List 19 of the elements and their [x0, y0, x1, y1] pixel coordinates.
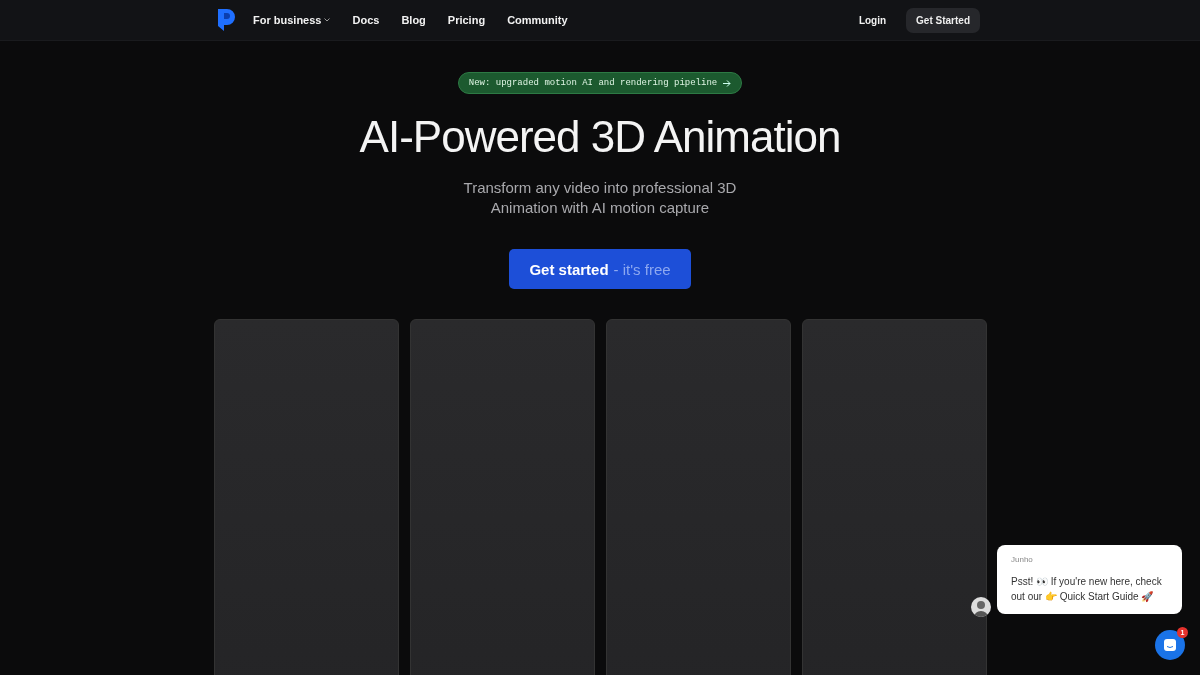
avatar	[971, 597, 991, 617]
chat-message: Psst! 👀 If you're new here, check out our 👉 Quick Start Guide 🚀	[1011, 575, 1163, 604]
nav-link[interactable]: Blog	[401, 14, 426, 26]
sender-name: Junho	[1011, 555, 1034, 564]
nav-link[interactable]: Community	[507, 14, 568, 26]
logo-icon[interactable]	[218, 9, 235, 31]
nav-link[interactable]: Pricing	[447, 14, 486, 26]
hero-subtitle: Transform any video into professional 3D Animation with AI motion capture	[462, 178, 738, 218]
chat-popup[interactable]: Junho Psst! 👀 If you're new here, check out our 👉 Quick Start Guide 🚀	[997, 545, 1182, 614]
arrow-right-icon	[723, 79, 732, 87]
get-started-free-button[interactable]: Get started - it's free	[509, 249, 691, 289]
chevron-down-icon	[324, 18, 331, 22]
get-started-button[interactable]: Get Started	[906, 7, 980, 33]
chat-icon	[1163, 638, 1177, 652]
login-link[interactable]: Login	[858, 14, 887, 26]
hero-title: AI-Powered 3D Animation	[359, 112, 841, 162]
nav-link[interactable]: For business	[253, 14, 331, 26]
announcement-pill[interactable]: New: upgraded motion AI and rendering pipeline	[457, 72, 743, 94]
nav-link[interactable]: Docs	[352, 14, 380, 26]
